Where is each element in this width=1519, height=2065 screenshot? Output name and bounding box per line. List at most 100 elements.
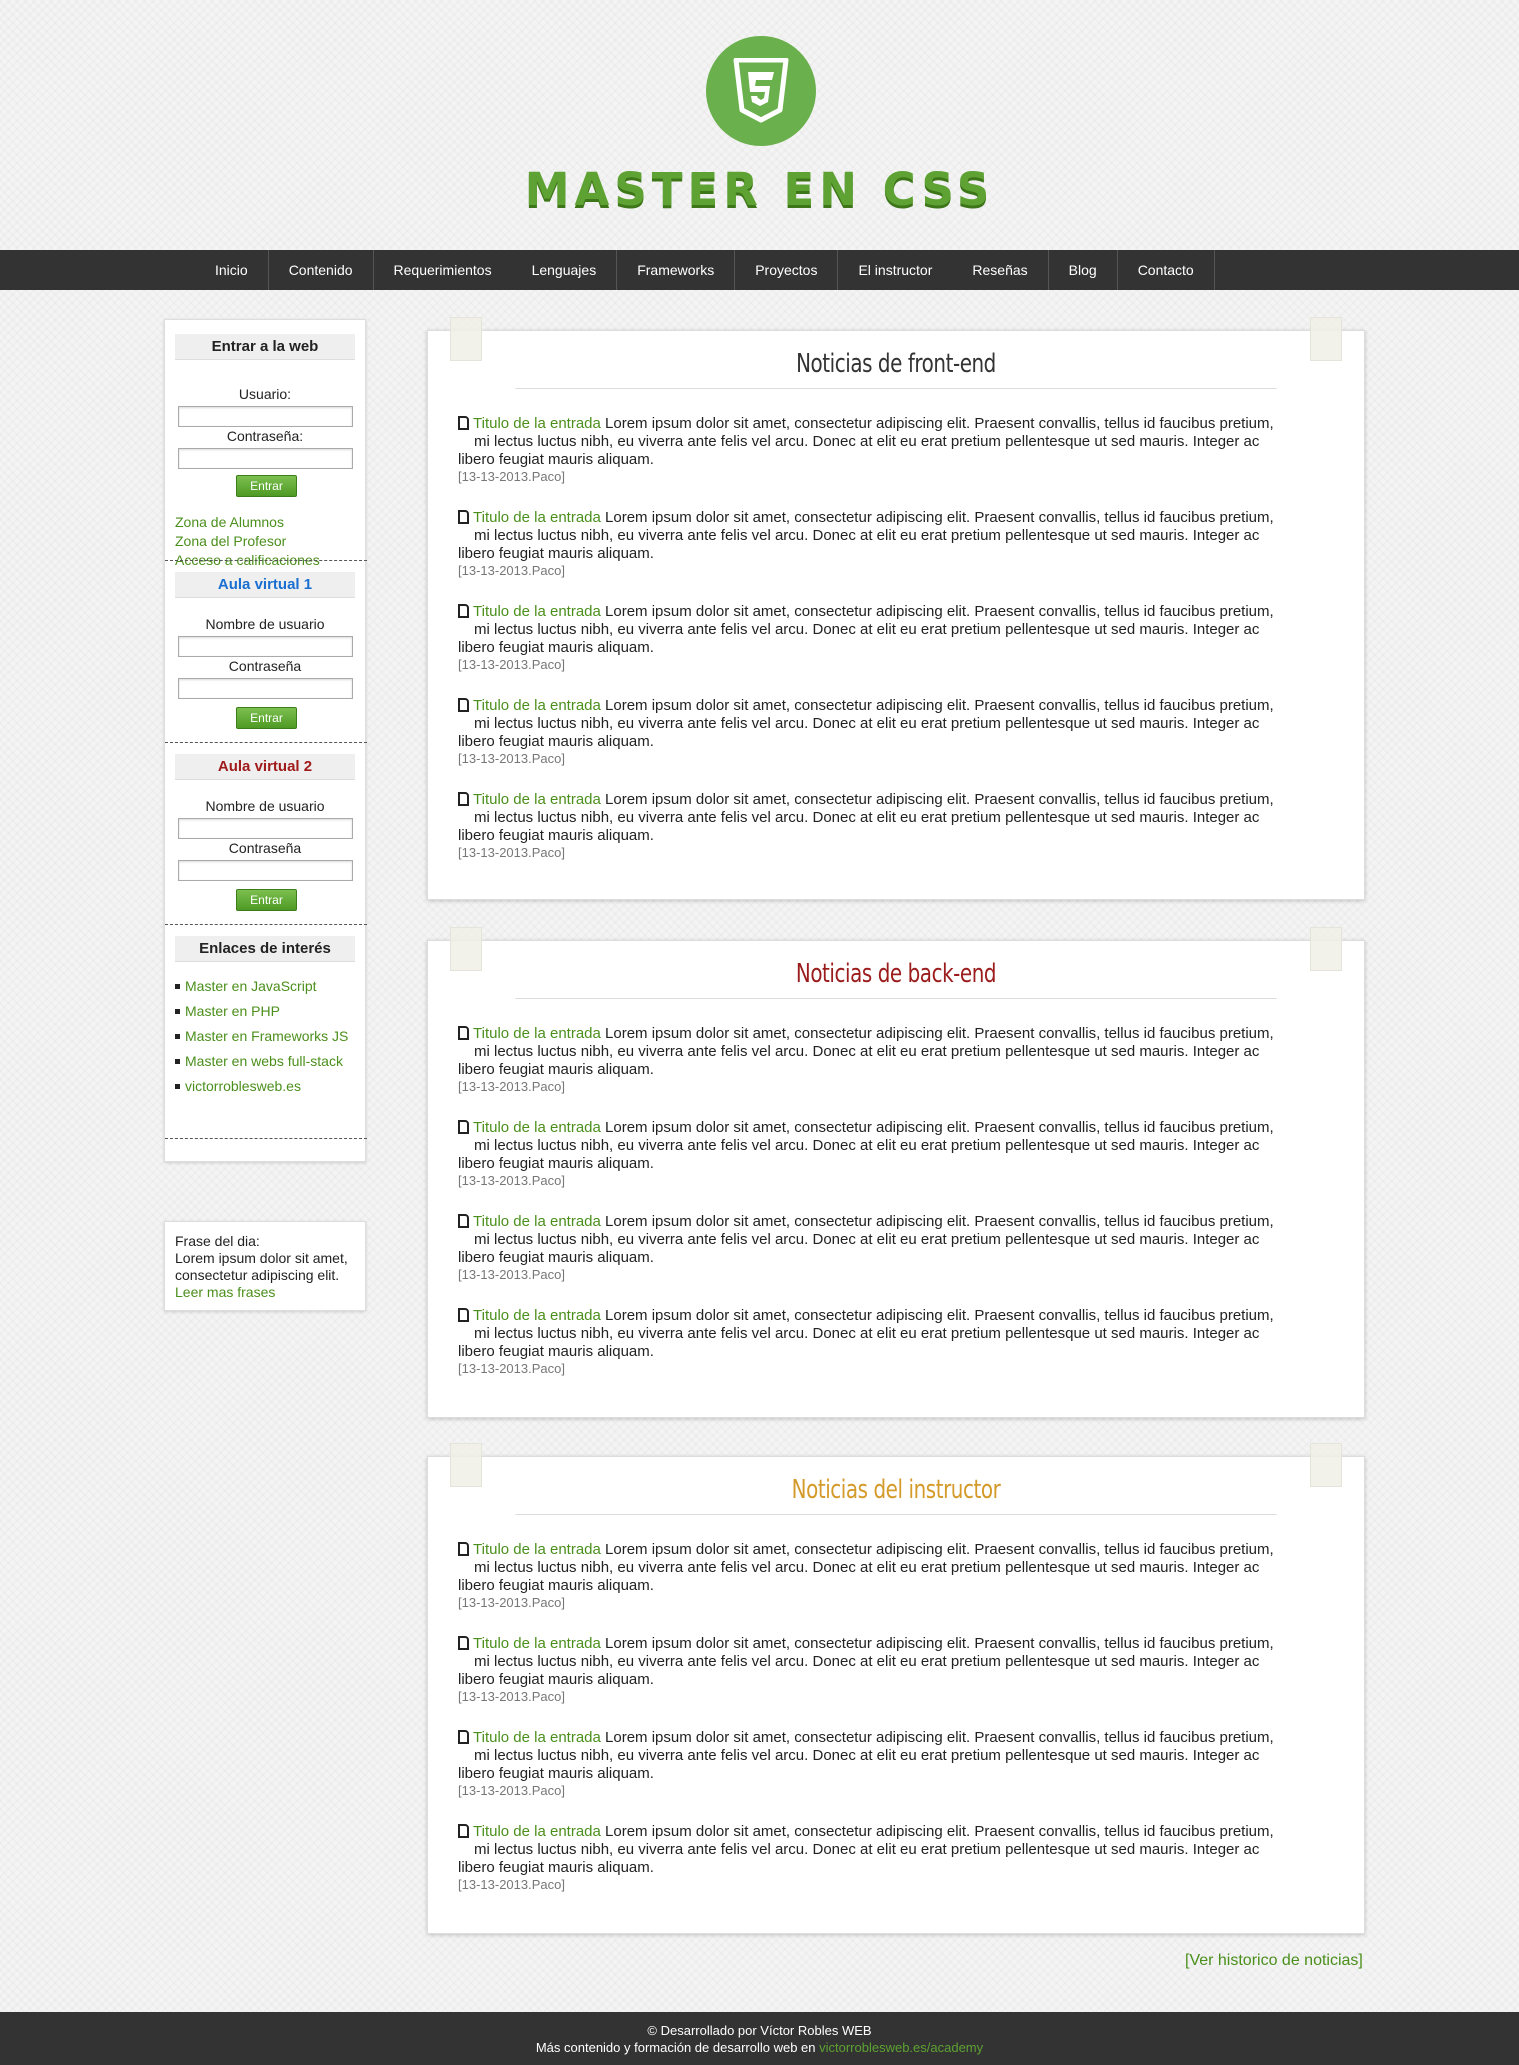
news-line-1: Titulo de la entrada Lorem ipsum dolor s…: [458, 1635, 1338, 1653]
news-title-link[interactable]: Titulo de la entrada: [473, 1635, 601, 1652]
nav-item-el-instructor[interactable]: El instructor: [838, 250, 952, 290]
link-victorroblesweb[interactable]: victorroblesweb.es: [185, 1078, 301, 1094]
news-item: Titulo de la entrada Lorem ipsum dolor s…: [458, 1729, 1338, 1799]
news-title-link[interactable]: Titulo de la entrada: [473, 1541, 601, 1558]
aula2-username-field[interactable]: [178, 818, 353, 839]
aula2-password-field[interactable]: [178, 860, 353, 881]
document-icon: [458, 1308, 469, 1322]
news-line-1: Titulo de la entrada Lorem ipsum dolor s…: [458, 1541, 1338, 1559]
news-text: Lorem ipsum dolor sit amet, consectetur …: [605, 1541, 1274, 1558]
news-line-3: libero feugiat mauris aliquam.: [458, 1343, 654, 1360]
link-master-frameworks-js[interactable]: Master en Frameworks JS: [185, 1028, 348, 1044]
link-master-php[interactable]: Master en PHP: [185, 1003, 280, 1019]
aula1-password-field[interactable]: [178, 678, 353, 699]
css3-shield-icon[interactable]: [706, 36, 816, 146]
quote-text: Lorem ipsum dolor sit amet, consectetur …: [175, 1250, 348, 1283]
news-title-link[interactable]: Titulo de la entrada: [473, 697, 601, 714]
news-line-1: Titulo de la entrada Lorem ipsum dolor s…: [458, 1307, 1338, 1325]
news-title-link[interactable]: Titulo de la entrada: [473, 603, 601, 620]
news-title-link[interactable]: Titulo de la entrada: [473, 1119, 601, 1136]
aula1-username-label: Nombre de usuario: [205, 616, 325, 632]
document-icon: [458, 416, 469, 430]
divider: [165, 742, 367, 743]
login-button[interactable]: Entrar: [236, 475, 297, 497]
list-item: victorroblesweb.es: [175, 1078, 355, 1095]
footer-more: Más contenido y formación de desarrollo …: [0, 2039, 1519, 2056]
aula2-title: Aula virtual 2: [175, 754, 355, 780]
aula2-username-label: Nombre de usuario: [205, 798, 325, 814]
news-text: Lorem ipsum dolor sit amet, consectetur …: [605, 1307, 1274, 1324]
news-text: Lorem ipsum dolor sit amet, consectetur …: [605, 1025, 1274, 1042]
news-panel-instructor: Noticias del instructor Titulo de la ent…: [427, 1443, 1365, 1934]
aula1-block: Aula virtual 1 Nombre de usuario Contras…: [175, 572, 355, 732]
sidebar: Entrar a la web Usuario: Contraseña: Ent…: [164, 319, 367, 1162]
tape-decoration: [1310, 927, 1342, 971]
news-text: Lorem ipsum dolor sit amet, consectetur …: [605, 1729, 1274, 1746]
history-link[interactable]: [Ver historico de noticias]: [1185, 1952, 1363, 1970]
tape-decoration: [1310, 317, 1342, 361]
news-title-link[interactable]: Titulo de la entrada: [473, 415, 601, 432]
news-line-2: mi lectus luctus nibh, eu viverra ante f…: [474, 433, 1260, 450]
news-meta: [13-13-2013.Paco]: [458, 1079, 565, 1094]
news-line-2: mi lectus luctus nibh, eu viverra ante f…: [474, 1747, 1260, 1764]
news-text: Lorem ipsum dolor sit amet, consectetur …: [605, 415, 1274, 432]
aula1-username-field[interactable]: [178, 636, 353, 657]
aula1-title: Aula virtual 1: [175, 572, 355, 598]
news-line-1: Titulo de la entrada Lorem ipsum dolor s…: [458, 603, 1338, 621]
nav-item-blog[interactable]: Blog: [1049, 250, 1118, 290]
nav-item-contenido[interactable]: Contenido: [269, 250, 374, 290]
zona-profesor-link[interactable]: Zona del Profesor: [175, 533, 286, 549]
news-meta: [13-13-2013.Paco]: [458, 751, 565, 766]
news-title-link[interactable]: Titulo de la entrada: [473, 791, 601, 808]
news-line-3: libero feugiat mauris aliquam.: [458, 1671, 654, 1688]
document-icon: [458, 604, 469, 618]
news-meta: [13-13-2013.Paco]: [458, 1173, 565, 1188]
panel-title: Noticias de front-end: [515, 349, 1277, 389]
more-quotes-link[interactable]: Leer mas frases: [175, 1284, 275, 1300]
nav-item-requerimientos[interactable]: Requerimientos: [374, 250, 512, 290]
document-icon: [458, 1636, 469, 1650]
quote-label: Frase del dia:: [175, 1233, 260, 1249]
news-line-3: libero feugiat mauris aliquam.: [458, 1155, 654, 1172]
password-field[interactable]: [178, 448, 353, 469]
news-meta: [13-13-2013.Paco]: [458, 657, 565, 672]
news-line-3: libero feugiat mauris aliquam.: [458, 1765, 654, 1782]
news-title-link[interactable]: Titulo de la entrada: [473, 509, 601, 526]
news-title-link[interactable]: Titulo de la entrada: [473, 1729, 601, 1746]
nav-item-proyectos[interactable]: Proyectos: [735, 250, 839, 290]
news-item: Titulo de la entrada Lorem ipsum dolor s…: [458, 1025, 1338, 1095]
news-line-2: mi lectus luctus nibh, eu viverra ante f…: [474, 809, 1260, 826]
news-meta: [13-13-2013.Paco]: [458, 845, 565, 860]
footer-credits: © Desarrollado por Víctor Robles WEB: [647, 2023, 872, 2038]
zona-alumnos-link[interactable]: Zona de Alumnos: [175, 514, 284, 530]
news-title-link[interactable]: Titulo de la entrada: [473, 1823, 601, 1840]
nav-item-contacto[interactable]: Contacto: [1118, 250, 1215, 290]
academy-link[interactable]: victorroblesweb.es/academy: [819, 2040, 983, 2055]
nav-item-frameworks[interactable]: Frameworks: [617, 250, 736, 290]
nav-item-lenguajes[interactable]: Lenguajes: [512, 250, 618, 290]
nav-item-resenas[interactable]: Reseñas: [952, 250, 1049, 290]
news-line-1: Titulo de la entrada Lorem ipsum dolor s…: [458, 1729, 1338, 1747]
tape-decoration: [1310, 1443, 1342, 1487]
document-icon: [458, 1026, 469, 1040]
news-title-link[interactable]: Titulo de la entrada: [473, 1025, 601, 1042]
aula2-login-button[interactable]: Entrar: [236, 889, 297, 911]
aula1-login-button[interactable]: Entrar: [236, 707, 297, 729]
tape-decoration: [450, 1443, 482, 1487]
link-master-javascript[interactable]: Master en JavaScript: [185, 978, 317, 994]
news-meta: [13-13-2013.Paco]: [458, 1267, 565, 1282]
news-title-link[interactable]: Titulo de la entrada: [473, 1307, 601, 1324]
news-line-2: mi lectus luctus nibh, eu viverra ante f…: [474, 1231, 1260, 1248]
nav-item-inicio[interactable]: Inicio: [195, 250, 269, 290]
list-item: Master en webs full-stack: [175, 1053, 355, 1070]
news-title-link[interactable]: Titulo de la entrada: [473, 1213, 601, 1230]
panel-title: Noticias del instructor: [515, 1475, 1277, 1515]
document-icon: [458, 1824, 469, 1838]
login-title: Entrar a la web: [175, 334, 355, 360]
username-field[interactable]: [178, 406, 353, 427]
news-line-1: Titulo de la entrada Lorem ipsum dolor s…: [458, 791, 1338, 809]
link-master-full-stack[interactable]: Master en webs full-stack: [185, 1053, 343, 1069]
quote-box: Frase del dia: Lorem ipsum dolor sit ame…: [164, 1221, 366, 1311]
news-line-1: Titulo de la entrada Lorem ipsum dolor s…: [458, 415, 1338, 433]
news-text: Lorem ipsum dolor sit amet, consectetur …: [605, 1213, 1274, 1230]
